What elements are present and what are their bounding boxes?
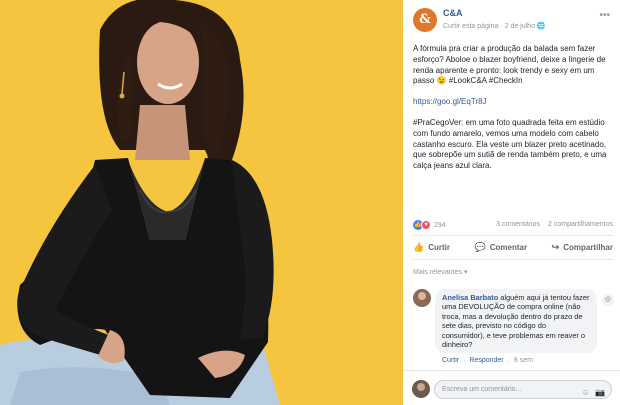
- emoji-icon[interactable]: ☺: [582, 388, 590, 397]
- share-button[interactable]: ↪ Compartilhar: [552, 242, 613, 253]
- reaction-count: 294: [434, 221, 446, 229]
- post-paragraph-description: #PraCegoVer: em uma foto quadrada feita …: [413, 117, 607, 171]
- camera-icon[interactable]: 📷: [595, 388, 605, 397]
- page-name-link[interactable]: C&A: [443, 8, 463, 18]
- like-label: Curtir: [428, 242, 450, 252]
- comment-bubble: Anelisa Barbato alguém aqui já tentou faz…: [435, 289, 597, 354]
- current-user-avatar: [412, 380, 430, 398]
- post-stats: 👍 ♥ 294 3 comentários 2 compartilhamento…: [413, 220, 613, 232]
- love-reaction-icon: ♥: [421, 220, 431, 230]
- follow-page-link[interactable]: Curtir esta página: [443, 23, 498, 30]
- reactions-summary[interactable]: 👍 ♥ 294: [413, 220, 446, 230]
- composer-placeholder: Escreva um comentário...: [442, 386, 522, 393]
- post-paragraph-caption: A fórmula pra criar a produção da balada…: [413, 44, 606, 86]
- model-photo-illustration: [0, 0, 403, 405]
- comment-author[interactable]: Anelisa Barbato: [442, 293, 498, 302]
- comment-options-icon[interactable]: @: [602, 294, 614, 306]
- speech-bubble-icon: 💬: [474, 241, 486, 252]
- comment-composer: Escreva um comentário... ☺ 📷: [403, 370, 620, 405]
- more-options-icon[interactable]: •••: [599, 10, 610, 21]
- comment-reply-link[interactable]: Responder: [469, 357, 503, 364]
- meta-separator: ·: [500, 23, 503, 30]
- post-side-panel: & C&A Curtir esta página · 2 de julho 🌐 ••…: [403, 0, 620, 405]
- comment-button[interactable]: 💬 Comentar: [475, 242, 528, 253]
- shares-count[interactable]: 2 compartilhamentos: [548, 221, 613, 228]
- post-date[interactable]: 2 de julho: [505, 23, 535, 30]
- stats-right: 3 comentários 2 compartilhamentos: [490, 221, 613, 228]
- commenter-avatar[interactable]: [413, 289, 431, 307]
- comment-separator: ·: [507, 357, 510, 364]
- post-actions-bar: 👍 Curtir 💬 Comentar ↪ Compartilhar: [413, 238, 613, 256]
- comment-time[interactable]: 8 sem: [514, 357, 533, 364]
- post-meta: Curtir esta página · 2 de julho 🌐: [443, 22, 546, 30]
- page-avatar[interactable]: &: [413, 8, 437, 32]
- thumbs-up-icon: 👍: [413, 241, 425, 252]
- post-link[interactable]: https://goo.gl/EqTr8J: [413, 97, 613, 108]
- post-photo[interactable]: [0, 0, 403, 405]
- comment-sort-dropdown[interactable]: Mais relevantes ▾: [413, 268, 467, 276]
- comment-label: Comentar: [489, 242, 528, 252]
- divider: [413, 259, 613, 260]
- share-label: Compartilhar: [563, 242, 613, 252]
- divider: [413, 235, 613, 236]
- post-header: & C&A Curtir esta página · 2 de julho 🌐 ••…: [413, 8, 614, 38]
- share-arrow-icon: ↪: [551, 241, 560, 252]
- like-button[interactable]: 👍 Curtir: [413, 242, 450, 253]
- composer-icons: ☺ 📷: [579, 384, 605, 401]
- write-comment-input[interactable]: Escreva um comentário... ☺ 📷: [434, 380, 612, 399]
- globe-icon: 🌐: [536, 23, 546, 30]
- comment-actions: Curtir · Responder · 8 sem: [442, 357, 533, 364]
- post-body: A fórmula pra criar a produção da balada…: [413, 44, 613, 182]
- comment-like-link[interactable]: Curtir: [442, 357, 459, 364]
- comments-count[interactable]: 3 comentários: [496, 221, 540, 228]
- comment-separator: ·: [463, 357, 466, 364]
